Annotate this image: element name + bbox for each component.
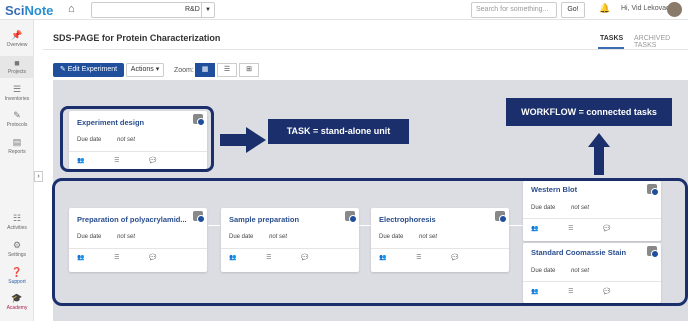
user-greeting[interactable]: Hi, Vid Lekovac bbox=[621, 5, 670, 12]
folder-icon: ■ bbox=[14, 58, 20, 68]
page-title: SDS-PAGE for Protein Characterization bbox=[53, 33, 221, 43]
due-date-value: not set bbox=[571, 268, 590, 274]
sidebar-item-academy[interactable]: 🎓 Academy bbox=[0, 293, 34, 311]
task-icons[interactable]: 👥 ☰ 💬 bbox=[379, 254, 473, 261]
sidebar-item-activities[interactable]: ☷ Activities bbox=[0, 213, 34, 231]
due-date-label: Due date bbox=[379, 234, 404, 240]
task-annotation: TASK = stand-alone unit bbox=[268, 119, 409, 144]
mortarboard-icon: 🎓 bbox=[11, 293, 23, 303]
task-name[interactable]: Sample preparation bbox=[229, 215, 347, 224]
task-card[interactable]: Electrophoresis Due date not set 👥 ☰ 💬 bbox=[371, 208, 509, 272]
tag-icon[interactable] bbox=[647, 246, 659, 258]
divider bbox=[523, 218, 661, 219]
task-name[interactable]: Standard Coomassie Stain bbox=[531, 248, 649, 257]
sidebar: 📌 Overview ■ Projects ☰ Inventories ✎ Protoc… bbox=[0, 20, 34, 321]
task-name[interactable]: Western Blot bbox=[531, 185, 649, 194]
project-select[interactable]: R&D ▼ bbox=[91, 2, 215, 18]
task-icons[interactable]: 👥 ☰ 💬 bbox=[77, 157, 171, 164]
task-name[interactable]: Electrophoresis bbox=[379, 215, 497, 224]
divider bbox=[69, 248, 207, 249]
due-date-label: Due date bbox=[77, 234, 102, 240]
zoom-small-button[interactable]: ⊞ bbox=[239, 63, 259, 77]
divider bbox=[69, 151, 207, 152]
due-date-label: Due date bbox=[229, 234, 254, 240]
zoom-medium-button[interactable]: ☰ bbox=[217, 63, 237, 77]
task-icons[interactable]: 👥 ☰ 💬 bbox=[531, 225, 625, 232]
divider bbox=[523, 281, 661, 282]
bell-icon[interactable]: 🔔 bbox=[599, 3, 610, 14]
due-date-value: not set bbox=[419, 234, 438, 240]
sidebar-item-reports[interactable]: ▤ Reports bbox=[0, 137, 34, 155]
sidebar-item-protocols[interactable]: ✎ Protocols bbox=[0, 110, 34, 128]
task-name[interactable]: Experiment design bbox=[77, 118, 195, 127]
task-card[interactable]: Preparation of polyacrylamid... Due date… bbox=[69, 208, 207, 272]
due-date-label: Due date bbox=[531, 268, 556, 274]
divider bbox=[221, 248, 359, 249]
search-go-button[interactable]: Go! bbox=[561, 2, 585, 18]
task-icons[interactable]: 👥 ☰ 💬 bbox=[77, 254, 171, 261]
due-date-value: not set bbox=[117, 234, 136, 240]
due-date-value: not set bbox=[571, 205, 590, 211]
tab-tasks[interactable]: TASKS bbox=[600, 35, 623, 42]
avatar[interactable] bbox=[667, 2, 682, 17]
task-card[interactable]: Experiment design Due date not set 👥 ☰ 💬 bbox=[69, 111, 207, 169]
task-icons[interactable]: 👥 ☰ 💬 bbox=[229, 254, 323, 261]
due-date-value: not set bbox=[269, 234, 288, 240]
tag-icon[interactable] bbox=[647, 184, 659, 196]
due-date-value: not set bbox=[117, 137, 136, 143]
tag-icon[interactable] bbox=[193, 114, 205, 126]
sidebar-item-overview[interactable]: 📌 Overview bbox=[0, 30, 34, 48]
help-icon: ❓ bbox=[11, 267, 23, 277]
gear-icon: ⚙ bbox=[12, 240, 22, 250]
sidebar-item-inventories[interactable]: ☰ Inventories bbox=[0, 84, 34, 102]
tag-icon[interactable] bbox=[193, 211, 205, 223]
divider bbox=[43, 49, 688, 50]
top-bar: SciNote ⌂ R&D ▼ Search for something... … bbox=[0, 0, 688, 20]
chevron-down-icon[interactable]: ▼ bbox=[201, 3, 214, 17]
activities-icon: ☷ bbox=[12, 213, 22, 223]
task-card[interactable]: Standard Coomassie Stain Due date not se… bbox=[523, 243, 661, 303]
sidebar-item-support[interactable]: ❓ Support bbox=[0, 267, 34, 285]
task-icons[interactable]: 👥 ☰ 💬 bbox=[531, 288, 625, 295]
tab-archived-tasks[interactable]: ARCHIVED TASKS bbox=[634, 35, 688, 49]
sidebar-toggle-button[interactable]: › bbox=[34, 171, 43, 182]
sidebar-item-settings[interactable]: ⚙ Settings bbox=[0, 240, 34, 258]
edit-icon: ✎ bbox=[13, 110, 21, 120]
edit-experiment-button[interactable]: ✎ Edit Experiment bbox=[53, 63, 124, 77]
clipboard-icon: ▤ bbox=[12, 137, 22, 147]
pin-icon: 📌 bbox=[11, 30, 23, 40]
search-input[interactable]: Search for something... bbox=[471, 2, 557, 18]
list-icon: ☰ bbox=[12, 84, 22, 94]
zoom-large-button[interactable]: ▦ bbox=[195, 63, 215, 77]
due-date-label: Due date bbox=[531, 205, 556, 211]
tag-icon[interactable] bbox=[345, 211, 357, 223]
due-date-label: Due date bbox=[77, 137, 102, 143]
task-card[interactable]: Sample preparation Due date not set 👥 ☰ … bbox=[221, 208, 359, 272]
arrow-up-icon bbox=[588, 133, 610, 175]
arrow-right-icon bbox=[220, 127, 266, 153]
scinote-logo[interactable]: SciNote bbox=[5, 3, 53, 18]
divider bbox=[371, 248, 509, 249]
sidebar-item-projects[interactable]: ■ Projects bbox=[0, 56, 34, 78]
zoom-label: Zoom: bbox=[174, 67, 194, 74]
tag-icon[interactable] bbox=[495, 211, 507, 223]
project-select-value: R&D bbox=[185, 6, 200, 13]
actions-dropdown[interactable]: Actions ▾ bbox=[126, 63, 164, 77]
workflow-annotation: WORKFLOW = connected tasks bbox=[506, 98, 672, 126]
home-icon[interactable]: ⌂ bbox=[68, 3, 75, 15]
task-card[interactable]: Western Blot Due date not set 👥 ☰ 💬 bbox=[523, 181, 661, 241]
task-name[interactable]: Preparation of polyacrylamid... bbox=[77, 215, 195, 224]
